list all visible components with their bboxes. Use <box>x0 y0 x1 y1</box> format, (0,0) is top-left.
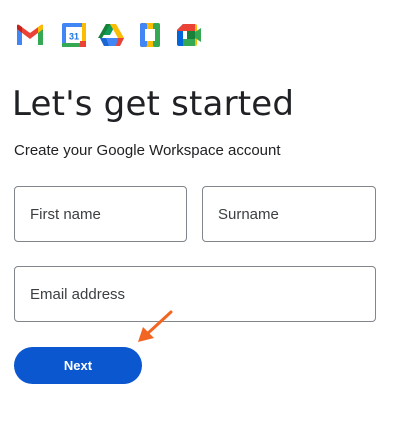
surname-input[interactable] <box>203 187 375 241</box>
workspace-logos: 31 <box>15 20 215 50</box>
drive-icon <box>96 20 126 50</box>
svg-text:31: 31 <box>69 32 79 42</box>
surname-field[interactable] <box>202 186 376 242</box>
first-name-field[interactable] <box>14 186 187 242</box>
meet-icon <box>174 20 204 50</box>
docs-icon <box>135 20 165 50</box>
next-button[interactable]: Next <box>14 347 142 384</box>
first-name-input[interactable] <box>15 187 186 241</box>
gmail-icon <box>15 20 45 50</box>
annotation-arrow-icon <box>134 308 176 346</box>
email-field[interactable] <box>14 266 376 322</box>
calendar-icon: 31 <box>59 20 89 50</box>
email-input[interactable] <box>15 267 375 321</box>
page-subtitle: Create your Google Workspace account <box>14 142 281 159</box>
page-title: Let's get started <box>12 84 295 124</box>
